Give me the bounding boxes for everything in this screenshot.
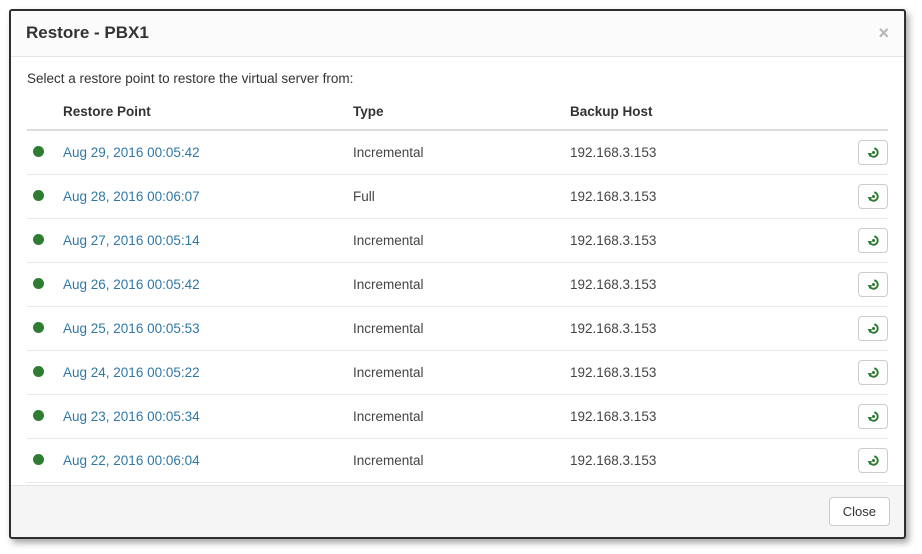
- status-dot-icon: [33, 410, 44, 421]
- status-dot-icon: [33, 190, 44, 201]
- backup-host-cell: 192.168.3.153: [570, 307, 840, 351]
- table-row: Aug 29, 2016 00:05:42 Incremental 192.16…: [27, 130, 888, 175]
- type-cell: Incremental: [353, 439, 570, 483]
- restore-history-icon: [867, 146, 880, 159]
- table-row: Aug 23, 2016 00:05:34 Incremental 192.16…: [27, 395, 888, 439]
- backup-host-cell: 192.168.3.153: [570, 130, 840, 175]
- restore-button[interactable]: [858, 316, 888, 341]
- restore-point-link[interactable]: Aug 29, 2016 00:05:42: [63, 145, 200, 160]
- restore-point-link[interactable]: Aug 22, 2016 00:06:04: [63, 453, 200, 468]
- status-dot-icon: [33, 322, 44, 333]
- type-cell: Incremental: [353, 219, 570, 263]
- backup-host-cell: 192.168.3.153: [570, 175, 840, 219]
- restore-history-icon: [867, 234, 880, 247]
- status-column-header: [27, 96, 63, 130]
- restore-history-icon: [867, 322, 880, 335]
- type-cell: Full: [353, 175, 570, 219]
- type-cell: Incremental: [353, 130, 570, 175]
- table-row: Aug 24, 2016 00:05:22 Incremental 192.16…: [27, 351, 888, 395]
- restore-point-link[interactable]: Aug 25, 2016 00:05:53: [63, 321, 200, 336]
- table-header-row: Restore Point Type Backup Host: [27, 96, 888, 130]
- restore-button[interactable]: [858, 404, 888, 429]
- status-dot-icon: [33, 234, 44, 245]
- close-button[interactable]: Close: [829, 497, 890, 526]
- type-column-header: Type: [353, 96, 570, 130]
- backup-host-column-header: Backup Host: [570, 96, 840, 130]
- restore-point-link[interactable]: Aug 27, 2016 00:05:14: [63, 233, 200, 248]
- restore-history-icon: [867, 190, 880, 203]
- restore-point-link[interactable]: Aug 24, 2016 00:05:22: [63, 365, 200, 380]
- type-cell: Incremental: [353, 395, 570, 439]
- dialog-body: Select a restore point to restore the vi…: [11, 57, 904, 527]
- dialog-title: Restore - PBX1: [26, 23, 149, 43]
- restore-button[interactable]: [858, 448, 888, 473]
- restore-point-link[interactable]: Aug 26, 2016 00:05:42: [63, 277, 200, 292]
- restore-points-table: Restore Point Type Backup Host Aug 29, 2…: [27, 96, 888, 527]
- action-column-header: [840, 96, 888, 130]
- status-dot-icon: [33, 366, 44, 377]
- restore-button[interactable]: [858, 184, 888, 209]
- restore-history-icon: [867, 278, 880, 291]
- restore-dialog: Restore - PBX1 × Select a restore point …: [9, 9, 906, 539]
- table-row: Aug 22, 2016 00:06:04 Incremental 192.16…: [27, 439, 888, 483]
- table-row: Aug 27, 2016 00:05:14 Incremental 192.16…: [27, 219, 888, 263]
- restore-button[interactable]: [858, 360, 888, 385]
- restore-history-icon: [867, 366, 880, 379]
- restore-history-icon: [867, 454, 880, 467]
- status-dot-icon: [33, 454, 44, 465]
- type-cell: Incremental: [353, 351, 570, 395]
- restore-point-column-header: Restore Point: [63, 96, 353, 130]
- dialog-footer: Close: [11, 485, 904, 537]
- restore-button[interactable]: [858, 228, 888, 253]
- backup-host-cell: 192.168.3.153: [570, 219, 840, 263]
- dialog-header: Restore - PBX1 ×: [11, 11, 904, 57]
- close-icon[interactable]: ×: [878, 26, 889, 40]
- type-cell: Incremental: [353, 263, 570, 307]
- table-row: Aug 25, 2016 00:05:53 Incremental 192.16…: [27, 307, 888, 351]
- status-dot-icon: [33, 146, 44, 157]
- table-row: Aug 26, 2016 00:05:42 Incremental 192.16…: [27, 263, 888, 307]
- restore-button[interactable]: [858, 140, 888, 165]
- backup-host-cell: 192.168.3.153: [570, 263, 840, 307]
- restore-button[interactable]: [858, 272, 888, 297]
- backup-host-cell: 192.168.3.153: [570, 351, 840, 395]
- restore-history-icon: [867, 410, 880, 423]
- restore-point-link[interactable]: Aug 28, 2016 00:06:07: [63, 189, 200, 204]
- intro-text: Select a restore point to restore the vi…: [27, 71, 888, 86]
- backup-host-cell: 192.168.3.153: [570, 439, 840, 483]
- status-dot-icon: [33, 278, 44, 289]
- restore-point-link[interactable]: Aug 23, 2016 00:05:34: [63, 409, 200, 424]
- type-cell: Incremental: [353, 307, 570, 351]
- table-row: Aug 28, 2016 00:06:07 Full 192.168.3.153: [27, 175, 888, 219]
- backup-host-cell: 192.168.3.153: [570, 395, 840, 439]
